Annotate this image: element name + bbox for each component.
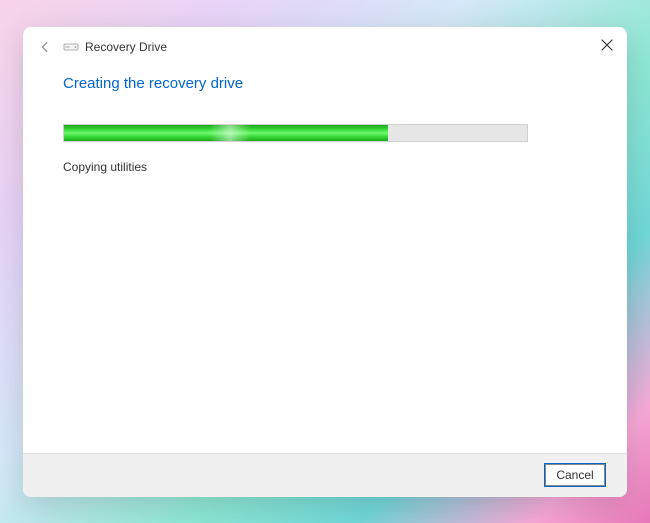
app-title: Recovery Drive: [85, 40, 167, 54]
close-icon: [601, 39, 613, 51]
progress-bar: [63, 124, 528, 142]
titlebar: Recovery Drive: [23, 27, 627, 67]
status-text: Copying utilities: [63, 160, 587, 174]
close-button[interactable]: [597, 35, 617, 55]
dialog-window: Recovery Drive Creating the recovery dri…: [23, 27, 627, 497]
progress-fill: [64, 125, 388, 141]
footer: Cancel: [23, 453, 627, 497]
cancel-button[interactable]: Cancel: [545, 464, 605, 486]
content-area: Creating the recovery drive Copying util…: [23, 67, 627, 453]
drive-icon: [63, 41, 79, 53]
back-arrow-icon: [38, 40, 52, 54]
page-heading: Creating the recovery drive: [63, 75, 587, 92]
back-button: [35, 37, 55, 57]
